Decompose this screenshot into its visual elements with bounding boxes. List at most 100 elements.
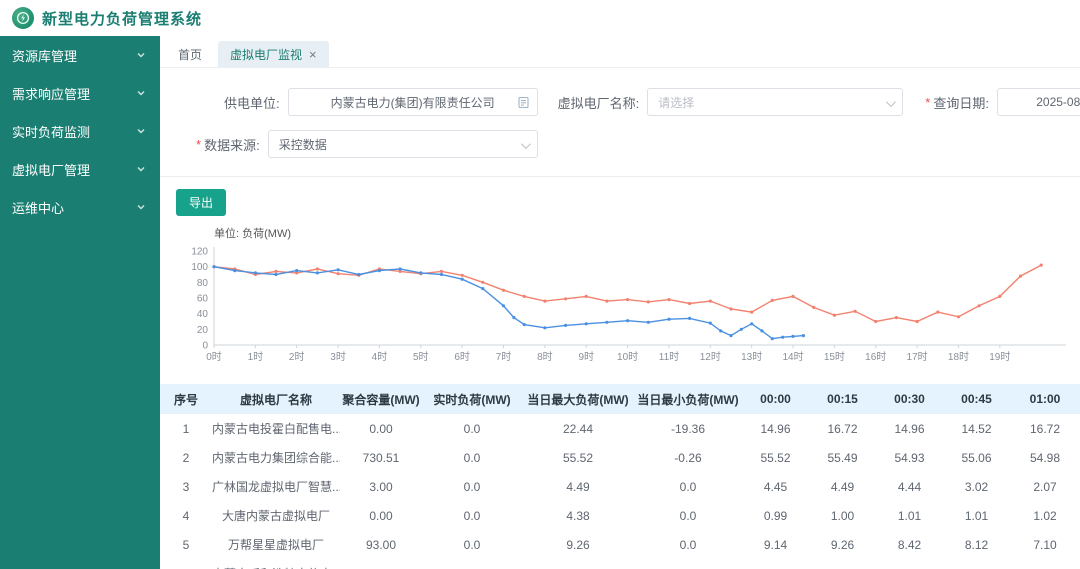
table-cell: 15.82: [809, 559, 876, 569]
chevron-down-icon: [136, 162, 146, 177]
table-row: 1 内蒙古电投霍白配售电... 0.00 0.0 22.44 -19.36 14.96 16.…: [160, 414, 1080, 443]
table-cell: -0.26: [674, 450, 702, 465]
tab-1[interactable]: 首页: [166, 41, 214, 67]
table-header-cell: 00:15: [809, 384, 876, 414]
table-cell: 内蒙古电力集团综合能...: [212, 451, 340, 465]
sidebar-item-3[interactable]: 实时负荷监测: [0, 112, 160, 150]
table-header-cell: 当日最大负荷(MW): [522, 384, 634, 414]
chevron-down-icon: [136, 200, 146, 215]
table-cell: 2.07: [1033, 479, 1057, 494]
table-cell: -19.36: [670, 421, 706, 436]
table-cell: 15.68: [742, 559, 809, 569]
svg-text:7时: 7时: [496, 351, 512, 363]
svg-text:3时: 3时: [330, 351, 346, 363]
table-header-row: 序号 虚拟电厂名称 聚合容量(MW) 实时负荷(MW) 当日最大负荷(MW) 当日最小负荷…: [160, 384, 1080, 414]
svg-text:100: 100: [191, 262, 208, 273]
table-header-cell: 00:45: [943, 384, 1010, 414]
sidebar-item-2[interactable]: 需求响应管理: [0, 74, 160, 112]
table-cell: 1.00: [830, 508, 855, 523]
supply-unit-value: 内蒙古电力(集团)有限责任公司: [330, 95, 495, 110]
data-source-label: 数据来源:: [204, 137, 260, 153]
vpp-name-field: 虚拟电厂名称: 请选择: [558, 88, 904, 116]
vpp-name-placeholder: 请选择: [658, 95, 695, 110]
data-source-select[interactable]: 采控数据: [267, 130, 538, 158]
table-cell: 9.14: [763, 537, 788, 552]
table-header: 序号 虚拟电厂名称 聚合容量(MW) 实时负荷(MW) 当日最大负荷(MW) 当日最小负荷…: [160, 384, 1080, 414]
svg-text:14时: 14时: [782, 351, 803, 363]
export-button[interactable]: 导出: [176, 189, 227, 216]
svg-text:4时: 4时: [372, 351, 388, 363]
table-cell: 55.52: [760, 450, 791, 465]
svg-text:1时: 1时: [248, 351, 264, 363]
table-cell: 4.44: [897, 479, 922, 494]
app-title: 新型电力负荷管理系统: [42, 10, 203, 28]
svg-text:11时: 11时: [659, 351, 679, 363]
table-cell: 大唐内蒙古虚拟电厂: [221, 509, 330, 523]
required-mark: *: [196, 136, 202, 152]
chevron-down-icon: [136, 86, 146, 101]
table-cell: 5: [182, 537, 190, 552]
sidebar-item-label: 虚拟电厂管理: [12, 162, 91, 178]
table-body: 1 内蒙古电投霍白配售电... 0.00 0.0 22.44 -19.36 14.96 16.…: [160, 414, 1080, 569]
data-source-value: 采控数据: [278, 137, 327, 152]
table-cell: 内蒙古电投霍白配售电...: [212, 422, 340, 436]
svg-text:12时: 12时: [700, 351, 721, 363]
table-cell: 0.0: [463, 508, 481, 523]
sidebar-item-1[interactable]: 资源库管理: [0, 36, 160, 74]
svg-text:0时: 0时: [206, 351, 222, 363]
vpp-name-select[interactable]: 请选择: [647, 88, 904, 116]
table-row: 5 万帮星星虚拟电厂 93.00 0.0 9.26 0.0 9.14 9.26 8.42 8.12…: [160, 530, 1080, 559]
chevron-down-icon: [886, 97, 897, 108]
table-cell: 55.52: [562, 450, 594, 465]
filter-row-1: 供电单位: 内蒙古电力(集团)有限责任公司 虚拟电厂名称: 请选择 * 查询日期…: [160, 88, 1080, 116]
table-cell: 14.96: [760, 421, 791, 436]
table-header-cell: 实时负荷(MW): [422, 384, 522, 414]
sidebar-item-5[interactable]: 运维中心: [0, 188, 160, 226]
supply-unit-input[interactable]: 内蒙古电力(集团)有限责任公司: [287, 88, 538, 116]
query-date-input[interactable]: 2025-08-20: [996, 88, 1080, 116]
table-row: 2 内蒙古电力集团综合能... 730.51 0.0 55.52 -0.26 55.52 55…: [160, 443, 1080, 472]
table-cell: 4: [182, 508, 190, 523]
required-mark: *: [925, 94, 931, 110]
toolbar: 导出: [160, 177, 1080, 216]
svg-text:40: 40: [197, 309, 209, 320]
table-cell: 4.45: [763, 479, 788, 494]
table-cell: 4.49: [830, 479, 855, 494]
table-header-cell: 聚合容量(MW): [340, 384, 422, 414]
tab-close-icon[interactable]: ×: [309, 48, 317, 61]
table-cell: 55.49: [827, 450, 858, 465]
table-cell: 0.0: [463, 537, 481, 552]
table-cell: 0.0: [634, 559, 742, 569]
svg-text:16时: 16时: [865, 351, 886, 363]
table-header-cell: 当日最小负荷(MW): [634, 384, 742, 414]
table-cell: 0.0: [679, 508, 697, 523]
sidebar-item-label: 需求响应管理: [12, 86, 91, 102]
table-cell: 3.02: [964, 479, 989, 494]
table-row: 6内蒙古呼和浩特立信电...99.200.016.160.015.6815.82…: [160, 559, 1080, 569]
chevron-down-icon: [136, 124, 146, 139]
table-cell: 4.49: [566, 479, 590, 494]
tab-2[interactable]: 虚拟电厂监视 ×: [218, 41, 329, 67]
table-cell: 730.51: [362, 450, 400, 465]
table-cell: 54.93: [894, 450, 925, 465]
sidebar-item-4[interactable]: 虚拟电厂管理: [0, 150, 160, 188]
table-cell: 16.72: [827, 421, 858, 436]
table-cell: 93.00: [365, 537, 397, 552]
sidebar-item-label: 资源库管理: [12, 48, 78, 64]
table-header-cell: 虚拟电厂名称: [212, 384, 340, 414]
org-picker-icon[interactable]: [517, 96, 530, 112]
svg-text:9时: 9时: [578, 351, 594, 363]
table-cell: 1.01: [964, 508, 989, 523]
query-date-value: 2025-08-20: [1036, 95, 1080, 109]
table-cell: 15.60: [1010, 559, 1080, 569]
tab-bar: 首页 虚拟电厂监视 ×: [160, 36, 1080, 68]
tab-label: 首页: [178, 47, 203, 62]
data-source-field: * 数据来源: 采控数据: [196, 130, 538, 158]
table-cell: 4.38: [566, 508, 590, 523]
app-logo-icon: [12, 7, 34, 29]
svg-text:17时: 17时: [907, 351, 928, 363]
table-cell: 0.0: [679, 479, 697, 494]
svg-text:2时: 2时: [289, 351, 305, 363]
table-cell: 55.06: [961, 450, 992, 465]
main-content: 首页 虚拟电厂监视 × 供电单位: 内蒙古电力(集团)有限责任公司 虚拟电厂名称: …: [160, 36, 1080, 569]
